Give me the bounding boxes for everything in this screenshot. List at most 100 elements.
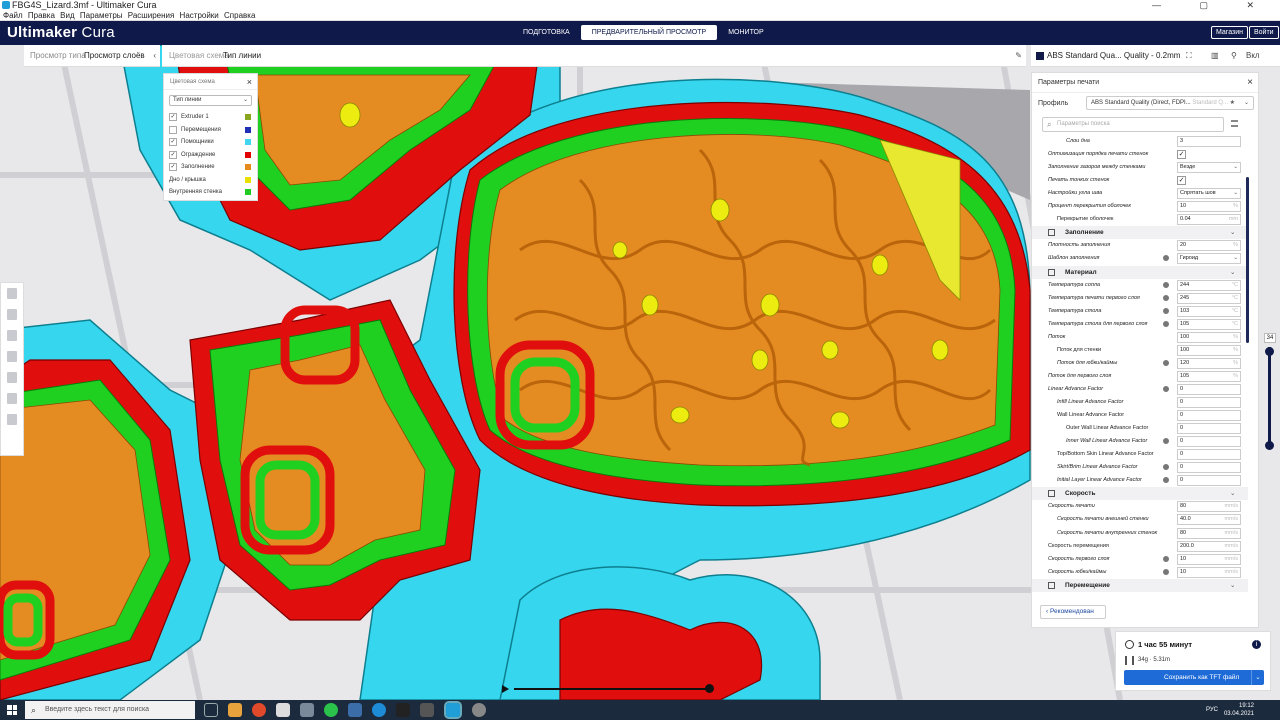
play-icon[interactable]	[502, 685, 509, 693]
settings-search-input[interactable]: ⌕ Параметры поиска	[1042, 117, 1224, 132]
scale-tool-icon[interactable]	[1, 304, 23, 325]
setting-row[interactable]: Перекрытие оболочек 0.04 mm	[1032, 213, 1248, 226]
setting-input[interactable]: 0.04 mm	[1177, 214, 1241, 226]
color-scheme-bar[interactable]: Цветовая схема Тип линии ✎	[162, 45, 1026, 67]
tab-prepare[interactable]: ПОДГОТОВКА	[512, 25, 581, 40]
layer-slider-track[interactable]	[1268, 347, 1271, 447]
setting-input[interactable]: 0	[1177, 436, 1241, 448]
setting-row[interactable]: Linear Advance Factor 0	[1032, 383, 1248, 396]
setting-info-icon[interactable]	[1163, 255, 1169, 262]
setting-checkbox[interactable]: ✓	[1177, 176, 1186, 186]
setting-row[interactable]: Skirt/Brim Linear Advance Factor 0	[1032, 461, 1248, 474]
setting-row[interactable]: Initial Layer Linear Advance Factor 0	[1032, 474, 1248, 487]
setting-row[interactable]: Infill Linear Advance Factor 0	[1032, 396, 1248, 409]
edge-icon[interactable]	[372, 703, 386, 717]
color-scheme-item[interactable]: ✓ Заполнение	[164, 161, 257, 174]
path-slider-handle[interactable]	[705, 684, 714, 693]
setting-row[interactable]: Поток для первого слоя 105%	[1032, 370, 1248, 383]
setting-row[interactable]: Поток для стенки 100%	[1032, 344, 1248, 357]
chevron-down-icon[interactable]: ⌄	[1251, 670, 1264, 685]
checkbox[interactable]: ✓	[169, 150, 177, 159]
setting-row[interactable]: Скорость печати 80 mm/s	[1032, 500, 1248, 513]
view-option-type[interactable]: Просмотр типа	[30, 45, 86, 67]
setting-info-icon[interactable]	[1163, 294, 1169, 301]
setting-row[interactable]: Температура стола 103 °C	[1032, 305, 1248, 318]
setting-row[interactable]: Температура стола для первого слоя 105 °C	[1032, 318, 1248, 331]
support-blocker-icon[interactable]	[1, 388, 23, 409]
setting-row[interactable]: Поток 100%	[1032, 331, 1248, 344]
setting-checkbox[interactable]: ✓	[1177, 150, 1186, 160]
layer-slider[interactable]: 34	[1264, 333, 1276, 453]
close-icon[interactable]: ×	[1247, 73, 1253, 93]
layer-number[interactable]: 34	[1264, 333, 1276, 343]
chevron-down-icon[interactable]: ⌄	[1230, 266, 1235, 279]
setting-row[interactable]: Поток для юбки/каймы 120%	[1032, 357, 1248, 370]
pencil-icon[interactable]: ✎	[1015, 45, 1022, 67]
setting-input[interactable]: 103 °C	[1177, 305, 1241, 317]
setting-input[interactable]: 0	[1177, 410, 1241, 422]
app-icon[interactable]	[420, 703, 434, 717]
setting-row[interactable]: Outer Wall Linear Advance Factor 0	[1032, 422, 1248, 435]
app-icon[interactable]	[276, 703, 290, 717]
recommended-button[interactable]: ‹ Рекомендован	[1040, 605, 1106, 619]
checkbox[interactable]: ✓	[169, 138, 177, 146]
file-explorer-icon[interactable]	[228, 703, 242, 717]
setting-input[interactable]: 105 °C	[1177, 318, 1241, 330]
menu-help[interactable]: Справка	[224, 11, 255, 21]
windows-start-icon[interactable]	[7, 705, 17, 715]
setting-input[interactable]: 0	[1177, 449, 1241, 461]
menu-preferences[interactable]: Настройки	[180, 11, 219, 21]
setting-input[interactable]: 245 °C	[1177, 292, 1241, 304]
setting-info-icon[interactable]	[1163, 438, 1169, 445]
menu-settings[interactable]: Параметры	[80, 11, 123, 21]
layer-slider-upper-handle[interactable]	[1265, 347, 1274, 356]
setting-input[interactable]: 40.0 mm/s	[1177, 514, 1241, 526]
settings-menu-icon[interactable]	[1231, 120, 1238, 127]
setting-info-icon[interactable]	[1163, 359, 1169, 366]
setting-row[interactable]: Wall Linear Advance Factor 0	[1032, 409, 1248, 422]
rotate-tool-icon[interactable]	[1, 325, 23, 346]
profile-select[interactable]: ABS Standard Quality (Direct, FDPI... St…	[1086, 96, 1254, 110]
settings-list[interactable]: Слои дна 3 Оптимизация порядка печати стен…	[1032, 135, 1248, 601]
settings-category[interactable]: Материал ⌄	[1032, 265, 1248, 279]
setting-input[interactable]: 10 mm/s	[1177, 553, 1241, 565]
checkbox[interactable]	[169, 125, 177, 134]
per-model-settings-icon[interactable]	[1, 367, 23, 388]
language-indicator[interactable]: РУС	[1206, 707, 1218, 713]
layer-slider-lower-handle[interactable]	[1265, 441, 1274, 450]
color-scheme-item[interactable]: ✓ Ограждение	[164, 149, 257, 162]
info-icon[interactable]: i	[1252, 640, 1261, 649]
chevron-down-icon[interactable]: ⌄	[1230, 579, 1235, 592]
window-controls[interactable]: — ▢ ✕	[1152, 0, 1272, 11]
setting-info-icon[interactable]	[1163, 568, 1169, 575]
setting-row[interactable]: Шаблон заполнения Гироид ⌄	[1032, 252, 1248, 265]
setting-select[interactable]: Гироид ⌄	[1177, 253, 1241, 265]
taskbar-search-input[interactable]: ⌕ Введите здесь текст для поиска	[25, 701, 195, 719]
setting-row[interactable]: Слои дна 3	[1032, 135, 1248, 148]
setting-info-icon[interactable]	[1163, 385, 1169, 392]
setting-row[interactable]: Температура сопла 244 °C	[1032, 279, 1248, 292]
mirror-tool-icon[interactable]	[1, 346, 23, 367]
terminal-icon[interactable]	[396, 703, 410, 717]
chevron-left-icon[interactable]: ‹	[153, 45, 156, 67]
setting-input[interactable]: 0	[1177, 383, 1241, 395]
menu-file[interactable]: Файл	[3, 11, 23, 21]
setting-input[interactable]: 200.0 mm/s	[1177, 540, 1241, 552]
setting-row[interactable]: Top/Bottom Skin Linear Advance Factor 0	[1032, 448, 1248, 461]
settings-category[interactable]: Скорость ⌄	[1032, 487, 1248, 501]
settings-scrollbar[interactable]	[1246, 177, 1249, 343]
tab-monitor[interactable]: МОНИТОР	[717, 25, 774, 40]
star-icon[interactable]: ★	[1230, 97, 1235, 109]
app-icon[interactable]	[300, 703, 314, 717]
setting-select[interactable]: Везде ⌄	[1177, 162, 1241, 174]
setting-row[interactable]: Процент перекрытия оболочек 10%	[1032, 200, 1248, 213]
setting-input[interactable]: 20%	[1177, 240, 1241, 252]
setting-input[interactable]: 0	[1177, 397, 1241, 408]
setting-info-icon[interactable]	[1163, 555, 1169, 562]
setting-row[interactable]: Печать тонких стенок ✓	[1032, 174, 1248, 187]
setting-row[interactable]: Скорость печати внешней стенки 40.0 mm/s	[1032, 513, 1248, 526]
setting-info-icon[interactable]	[1163, 307, 1169, 314]
setting-row[interactable]: Оптимизация порядка печати стенок ✓	[1032, 148, 1248, 161]
chevron-down-icon[interactable]: ⌄	[1230, 487, 1235, 500]
firefox-icon[interactable]	[252, 703, 266, 717]
